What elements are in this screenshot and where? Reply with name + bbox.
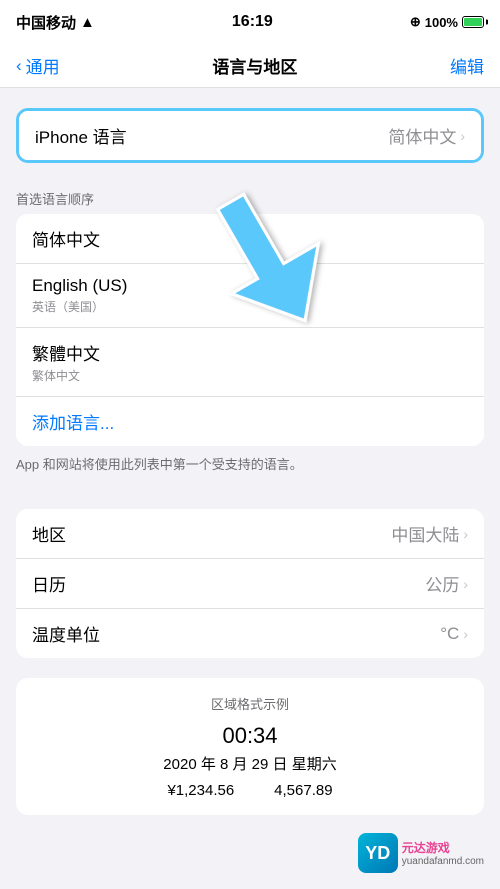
temperature-label: 温度单位 — [32, 621, 100, 646]
regional-settings-section: 地区 中国大陆 › 日历 公历 › 温度单位 °C › — [0, 509, 500, 658]
calendar-value-group: 公历 › — [425, 571, 468, 596]
add-language-button[interactable]: 添加语言... — [16, 397, 484, 446]
language-sub-3: 繁体中文 — [32, 367, 468, 384]
charging-icon: ⊕ — [410, 14, 421, 30]
region-value: 中国大陆 — [391, 521, 459, 546]
back-label: 通用 — [26, 53, 60, 78]
main-content: iPhone 语言 简体中文 › 首选语言顺序 简体中文 English (US… — [0, 88, 500, 889]
preferred-languages-label: 首选语言顺序 — [0, 183, 500, 214]
iphone-language-value-group: 简体中文 › — [388, 123, 465, 148]
format-example-card: 区域格式示例 00:34 2020 年 8 月 29 日 星期六 ¥1,234.… — [16, 678, 484, 815]
watermark: YD 元达游戏 yuandafanmd.com — [358, 833, 484, 873]
battery-icon — [462, 16, 484, 28]
watermark-logo-text: YD — [365, 843, 390, 864]
temperature-row[interactable]: 温度单位 °C › — [16, 609, 484, 658]
format-time: 00:34 — [32, 723, 468, 749]
chevron-icon: › — [463, 576, 468, 592]
chevron-icon: › — [463, 526, 468, 542]
format-example-section: 区域格式示例 00:34 2020 年 8 月 29 日 星期六 ¥1,234.… — [0, 678, 500, 815]
watermark-brand: 元达游戏 — [402, 839, 484, 856]
calendar-value: 公历 — [425, 571, 459, 596]
format-example-title: 区域格式示例 — [32, 694, 468, 713]
format-number-1: ¥1,234.56 — [167, 782, 234, 799]
region-value-group: 中国大陆 › — [391, 521, 468, 546]
carrier-label: 中国移动 — [16, 12, 76, 33]
wifi-icon: ▲ — [80, 14, 95, 31]
temperature-value-group: °C › — [440, 624, 468, 644]
watermark-url: yuandafanmd.com — [402, 856, 484, 867]
language-name-2: English (US) — [32, 276, 468, 296]
format-date: 2020 年 8 月 29 日 星期六 — [32, 753, 468, 774]
iphone-language-section: iPhone 语言 简体中文 › — [0, 108, 500, 163]
language-name-1: 简体中文 — [32, 226, 468, 251]
region-label: 地区 — [32, 521, 66, 546]
page-title: 语言与地区 — [212, 53, 297, 78]
region-row[interactable]: 地区 中国大陆 › — [16, 509, 484, 559]
list-item[interactable]: 简体中文 — [16, 214, 484, 264]
status-time: 16:19 — [232, 13, 273, 31]
iphone-language-label: iPhone 语言 — [35, 123, 127, 148]
status-left: 中国移动 ▲ — [16, 12, 95, 33]
watermark-text: 元达游戏 yuandafanmd.com — [402, 839, 484, 867]
regional-settings-card: 地区 中国大陆 › 日历 公历 › 温度单位 °C › — [16, 509, 484, 658]
back-button[interactable]: ‹ 通用 — [16, 53, 60, 78]
temperature-value: °C — [440, 624, 459, 644]
list-item[interactable]: English (US) 英语（美国） — [16, 264, 484, 328]
format-numbers: ¥1,234.56 4,567.89 — [32, 782, 468, 799]
navigation-bar: ‹ 通用 语言与地区 编辑 — [0, 44, 500, 88]
iphone-language-value: 简体中文 — [388, 123, 456, 148]
calendar-row[interactable]: 日历 公历 › — [16, 559, 484, 609]
chevron-icon: › — [460, 128, 465, 144]
back-chevron-icon: ‹ — [16, 56, 22, 76]
iphone-language-card: iPhone 语言 简体中文 › — [16, 108, 484, 163]
iphone-language-row[interactable]: iPhone 语言 简体中文 › — [19, 111, 481, 160]
preferred-languages-section: 首选语言顺序 简体中文 English (US) 英语（美国） 繁體中文 繁体中… — [0, 183, 500, 489]
watermark-logo: YD — [358, 833, 398, 873]
battery-label: 100% — [425, 15, 458, 30]
status-right: ⊕ 100% — [410, 14, 484, 30]
list-item[interactable]: 繁體中文 繁体中文 — [16, 328, 484, 397]
language-sub-2: 英语（美国） — [32, 298, 468, 315]
chevron-icon: › — [463, 626, 468, 642]
format-number-2: 4,567.89 — [274, 782, 332, 799]
edit-button[interactable]: 编辑 — [450, 53, 484, 78]
calendar-label: 日历 — [32, 571, 66, 596]
language-name-3: 繁體中文 — [32, 340, 468, 365]
status-bar: 中国移动 ▲ 16:19 ⊕ 100% — [0, 0, 500, 44]
preferred-languages-card: 简体中文 English (US) 英语（美国） 繁體中文 繁体中文 添加语言.… — [16, 214, 484, 446]
preferred-languages-footer: App 和网站将使用此列表中第一个受支持的语言。 — [0, 446, 500, 489]
